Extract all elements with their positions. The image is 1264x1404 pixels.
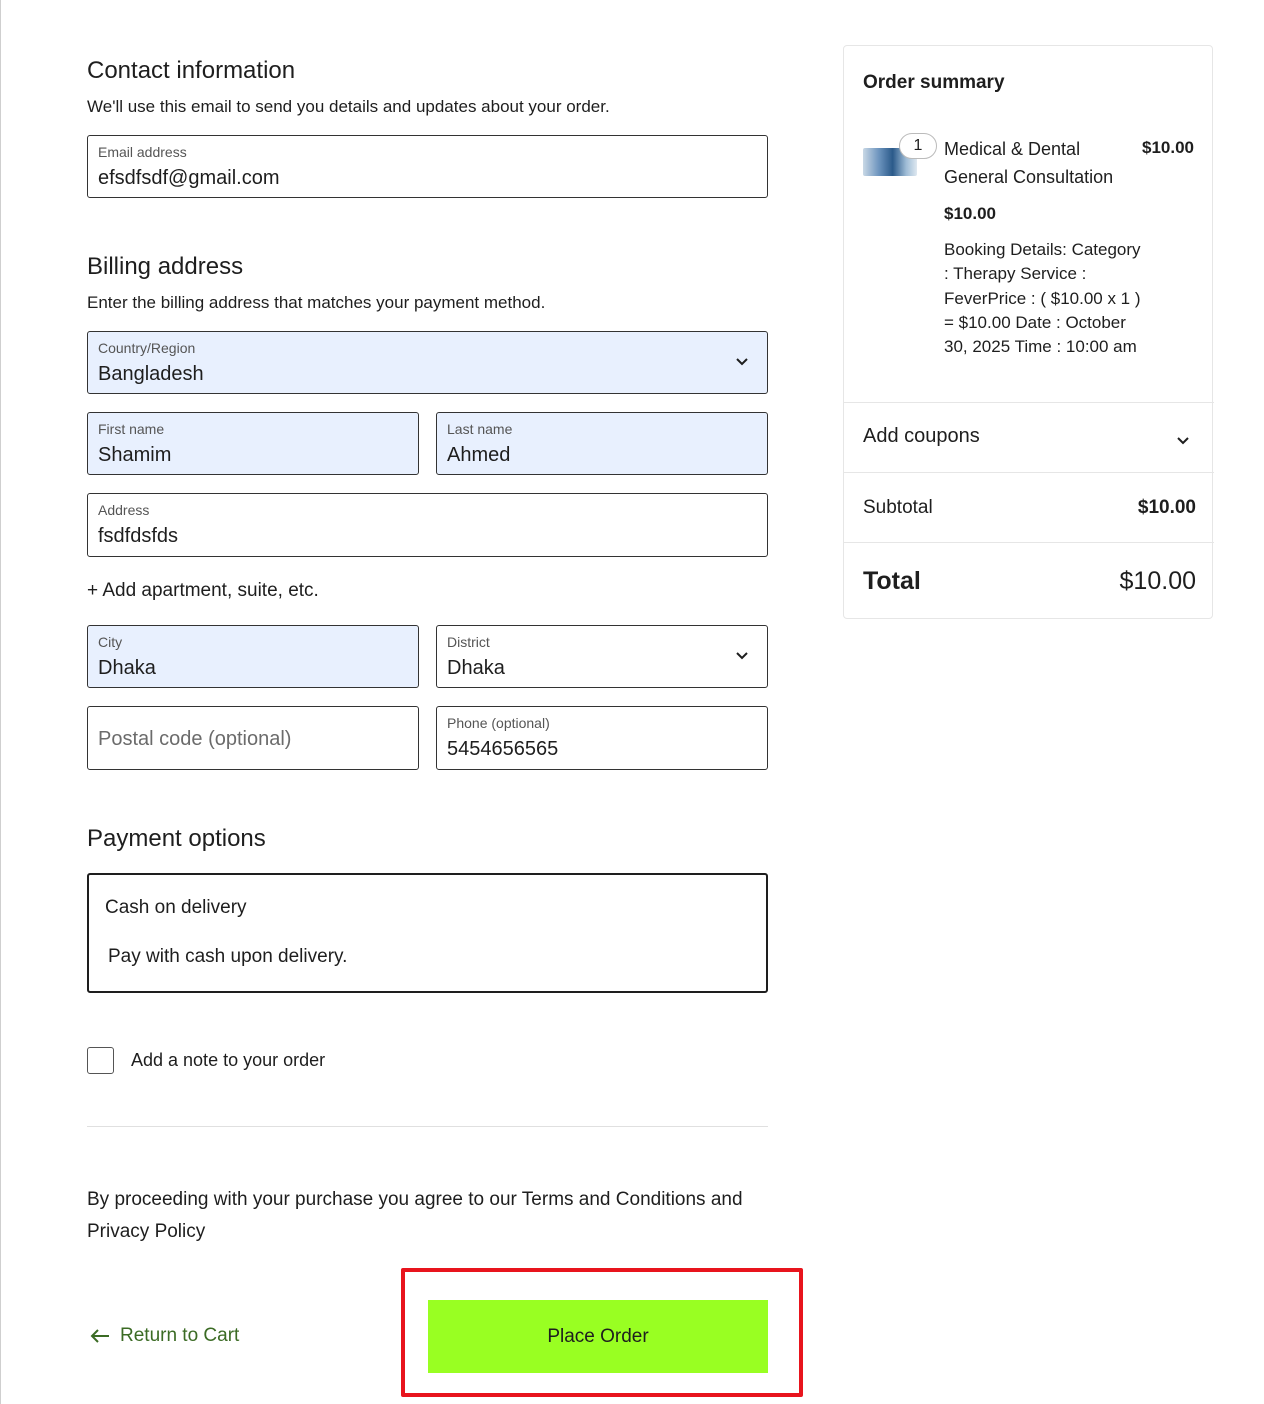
section-divider [87,1126,768,1127]
payment-method-title: Cash on delivery [105,897,247,918]
terms-text: By proceeding with your purchase you agr… [87,1189,743,1242]
district-select[interactable]: District Dhaka [436,625,768,688]
last-name-field[interactable]: Last name Ahmed [436,412,768,475]
country-select[interactable]: Country/Region Bangladesh [87,331,768,394]
first-name-field-label: First name [98,421,165,437]
add-apartment-link[interactable]: + Add apartment, suite, etc. [87,580,319,602]
total-value: $10.00 [1119,567,1196,595]
email-field-label: Email address [98,144,187,160]
coupons-label: Add coupons [863,425,980,447]
first-name-field-value: Shamim [98,444,172,466]
city-field[interactable]: City Dhaka [87,625,419,688]
place-order-button[interactable]: Place Order [428,1300,768,1373]
billing-section-description: Enter the billing address that matches y… [87,293,546,312]
billing-section-title: Billing address [87,253,244,280]
chevron-down-icon [736,652,748,660]
booking-details: Booking Details: Category : Therapy Serv… [944,240,1141,357]
page-left-border [0,0,1,1404]
city-field-value: Dhaka [98,657,156,679]
add-note-checkbox[interactable] [87,1047,114,1074]
email-field-value: efsdfsdf@gmail.com [98,167,280,189]
postal-code-placeholder: Postal code (optional) [98,728,292,750]
contact-section-title: Contact information [87,57,296,84]
address-field[interactable]: Address fsdfdsfds [87,493,768,557]
email-field[interactable]: Email address efsdfsdf@gmail.com [87,135,768,198]
subtotal-value: $10.00 [1137,497,1196,518]
order-summary-panel: Order summary 1 Medical & Dental General… [843,45,1214,619]
product-name: Medical & Dental General Consultation [944,139,1114,187]
quantity-badge: 1 [899,133,937,159]
product-price: $10.00 [1142,138,1194,157]
return-to-cart-link[interactable]: Return to Cart [90,1325,239,1347]
last-name-field-value: Ahmed [447,444,511,466]
contact-section-description: We'll use this email to send you details… [87,97,610,116]
address-field-label: Address [98,502,150,518]
subtotal-row: Subtotal $10.00 [844,472,1214,542]
total-label: Total [863,567,921,595]
country-select-value: Bangladesh [98,363,204,385]
last-name-field-label: Last name [447,421,513,437]
city-field-label: City [98,634,123,650]
order-summary-title: Order summary [863,72,1005,93]
subtotal-label: Subtotal [863,497,933,518]
payment-section-title: Payment options [87,825,266,852]
payment-option-cod[interactable]: Cash on delivery Pay with cash upon deli… [87,873,768,993]
return-to-cart-label: Return to Cart [120,1325,240,1346]
first-name-field[interactable]: First name Shamim [87,412,419,475]
phone-field[interactable]: Phone (optional) 5454656565 [436,706,768,770]
add-note-label[interactable]: Add a note to your order [131,1050,325,1071]
phone-field-value: 5454656565 [447,738,559,760]
postal-code-field[interactable]: Postal code (optional) [87,706,419,770]
total-row: Total $10.00 [844,542,1214,618]
country-select-label: Country/Region [98,340,196,356]
arrow-left-icon [90,1329,109,1343]
product-unit-price: $10.00 [944,204,996,223]
district-select-label: District [447,634,490,650]
phone-field-label: Phone (optional) [447,715,550,731]
payment-method-description: Pay with cash upon delivery. [108,946,348,967]
chevron-down-icon [736,358,748,366]
coupons-toggle[interactable]: Add coupons [844,402,1214,472]
chevron-down-icon [1177,437,1189,445]
address-field-value: fsdfdsfds [98,525,179,547]
district-select-value: Dhaka [447,657,505,679]
